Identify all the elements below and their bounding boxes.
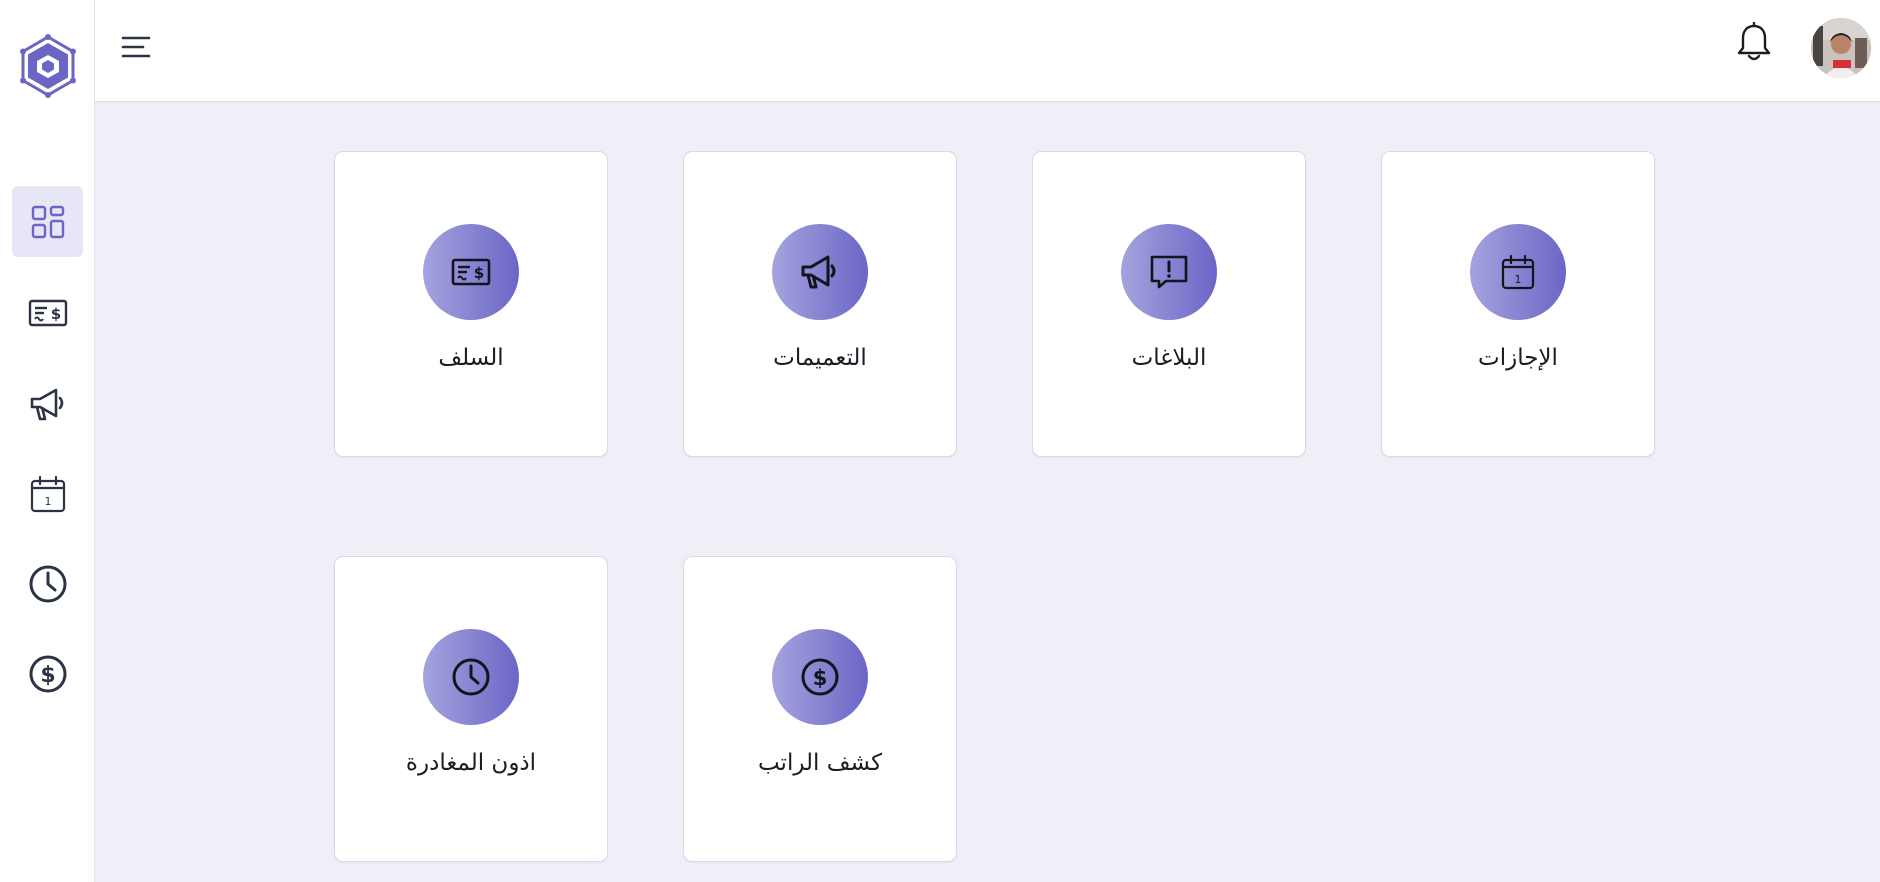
app-logo[interactable]	[19, 34, 77, 98]
user-avatar[interactable]	[1811, 18, 1871, 78]
card-icon-circle: $	[423, 224, 519, 320]
sidebar-item-leaves[interactable]: 1	[12, 458, 83, 529]
svg-text:$: $	[40, 663, 55, 688]
calendar-icon: 1	[1501, 254, 1535, 290]
sidebar-item-payslip[interactable]: $	[12, 638, 83, 709]
svg-text:1: 1	[1515, 273, 1522, 286]
card-label: التعميمات	[773, 345, 867, 371]
card-icon-circle: $	[772, 629, 868, 725]
sidebar-item-permissions[interactable]	[12, 548, 83, 619]
check-payment-icon: $	[451, 258, 491, 286]
hamburger-icon	[121, 36, 151, 58]
bell-icon	[1737, 21, 1771, 61]
card-icon-circle	[772, 224, 868, 320]
card-icon-circle	[423, 629, 519, 725]
check-payment-icon: $	[28, 299, 67, 326]
card-label: كشف الراتب	[757, 750, 883, 776]
dollar-circle-icon: $	[801, 658, 839, 696]
calendar-icon: 1	[30, 475, 65, 512]
clock-icon	[29, 565, 66, 602]
card-label: اذون المغادرة	[405, 750, 537, 776]
card-label: البلاغات	[1131, 345, 1207, 371]
megaphone-icon	[801, 255, 836, 289]
megaphone-icon	[30, 388, 63, 420]
dollar-circle-icon: $	[29, 655, 66, 692]
clock-icon	[452, 658, 490, 696]
sidebar-item-announcements[interactable]	[12, 368, 83, 439]
card-leaves[interactable]: 1 الإجازات	[1381, 151, 1655, 457]
sidebar-item-advances[interactable]: $	[12, 277, 83, 348]
card-reports[interactable]: البلاغات	[1032, 151, 1306, 457]
alert-message-icon	[1150, 255, 1188, 289]
card-advances[interactable]: $ السلف	[334, 151, 608, 457]
svg-text:$: $	[474, 264, 484, 282]
sidebar-item-dashboard[interactable]	[12, 186, 83, 257]
card-payslip[interactable]: $ كشف الراتب	[683, 556, 957, 862]
card-icon-circle: 1	[1470, 224, 1566, 320]
sidebar: $ 1 $	[0, 0, 95, 882]
card-label: الإجازات	[1478, 345, 1558, 371]
card-announcements[interactable]: التعميمات	[683, 151, 957, 457]
svg-text:$: $	[813, 666, 828, 690]
card-exit-permissions[interactable]: اذون المغادرة	[334, 556, 608, 862]
card-icon-circle	[1121, 224, 1217, 320]
notifications-button[interactable]	[1736, 21, 1772, 64]
dashboard-grid-icon	[31, 205, 64, 238]
top-bar	[95, 0, 1880, 102]
avatar-photo	[1811, 18, 1871, 78]
card-label: السلف	[438, 345, 504, 371]
menu-toggle-button[interactable]	[121, 34, 151, 60]
svg-text:$: $	[50, 305, 60, 323]
svg-text:1: 1	[44, 495, 51, 508]
